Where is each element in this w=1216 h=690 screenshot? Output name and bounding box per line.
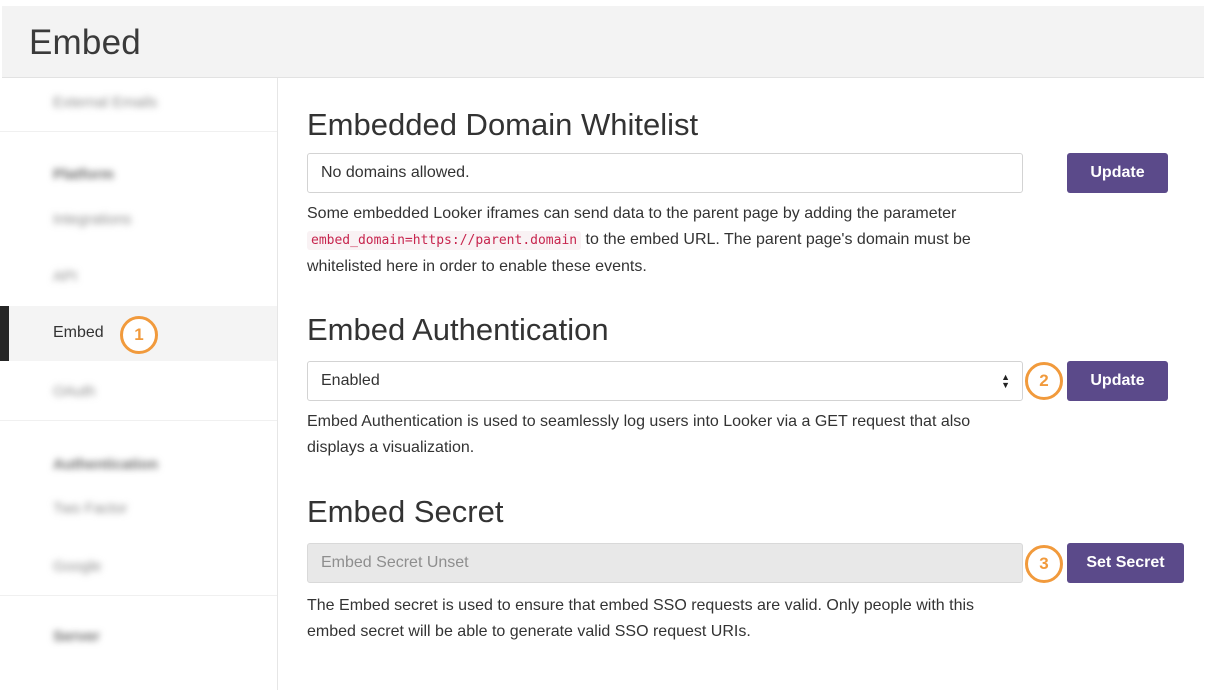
whitelist-update-button[interactable]: Update xyxy=(1067,153,1168,193)
sidebar-item-label: Embed xyxy=(53,324,104,341)
sidebar-heading-server: Server xyxy=(53,628,100,645)
embed-secret-input: Embed Secret Unset xyxy=(307,543,1023,583)
active-indicator xyxy=(0,306,9,361)
sidebar-item-two-factor[interactable]: Two Factor xyxy=(53,500,127,517)
section-title-secret: Embed Secret xyxy=(307,494,504,529)
sidebar: External Emails Platform Integrations AP… xyxy=(0,78,278,690)
sidebar-item-external-emails[interactable]: External Emails xyxy=(53,94,157,111)
description-text: Some embedded Looker iframes can send da… xyxy=(307,205,957,222)
sidebar-item-api[interactable]: API xyxy=(53,268,77,285)
section-title-whitelist: Embedded Domain Whitelist xyxy=(307,107,699,142)
sidebar-item-integrations[interactable]: Integrations xyxy=(53,211,131,228)
callout-marker-3: 3 xyxy=(1025,545,1063,583)
code-snippet: embed_domain=https://parent.domain xyxy=(307,231,582,250)
embed-auth-select[interactable]: Enabled ▲ ▼ xyxy=(307,361,1023,401)
section-title-auth: Embed Authentication xyxy=(307,312,609,347)
domain-whitelist-input[interactable]: No domains allowed. xyxy=(307,153,1023,193)
sidebar-divider xyxy=(0,420,277,421)
secret-description: The Embed secret is used to ensure that … xyxy=(307,597,975,640)
page-header: Embed xyxy=(2,6,1204,78)
sidebar-heading-authentication: Authentication xyxy=(53,456,158,473)
auth-update-button[interactable]: Update xyxy=(1067,361,1168,401)
callout-marker-1: 1 xyxy=(120,316,158,354)
page-title: Embed xyxy=(29,23,141,62)
select-value: Enabled xyxy=(321,372,380,389)
sidebar-item-google[interactable]: Google xyxy=(53,558,101,575)
set-secret-button[interactable]: Set Secret xyxy=(1067,543,1184,583)
sidebar-item-oauth[interactable]: OAuth xyxy=(53,383,96,400)
select-arrows-icon: ▲ ▼ xyxy=(1001,372,1010,390)
callout-marker-2: 2 xyxy=(1025,362,1063,400)
sidebar-heading-platform: Platform xyxy=(53,166,114,183)
sidebar-divider xyxy=(0,131,277,132)
whitelist-description: Some embedded Looker iframes can send da… xyxy=(307,201,987,280)
auth-description: Embed Authentication is used to seamless… xyxy=(307,413,971,456)
sidebar-divider xyxy=(0,595,277,596)
